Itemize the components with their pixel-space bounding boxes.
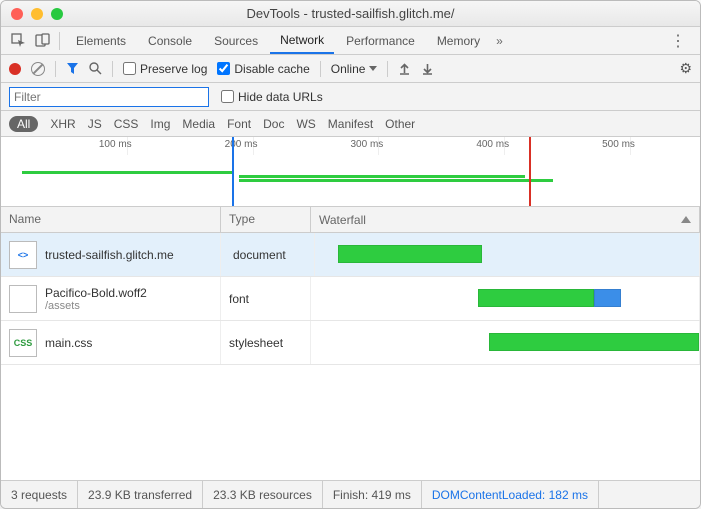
tab-sources[interactable]: Sources [204, 27, 268, 54]
type-all[interactable]: All [9, 116, 38, 132]
type-other[interactable]: Other [385, 117, 415, 131]
status-finish: Finish: 419 ms [323, 481, 422, 508]
search-icon[interactable] [89, 62, 102, 75]
status-requests: 3 requests [1, 481, 78, 508]
col-type[interactable]: Type [221, 207, 311, 232]
tab-performance[interactable]: Performance [336, 27, 425, 54]
inspect-element-icon[interactable] [7, 30, 29, 52]
request-type: stylesheet [221, 321, 311, 364]
type-img[interactable]: Img [150, 117, 170, 131]
table-header: Name Type Waterfall [1, 207, 700, 233]
type-manifest[interactable]: Manifest [328, 117, 373, 131]
type-js[interactable]: JS [88, 117, 102, 131]
status-resources: 23.3 KB resources [203, 481, 323, 508]
request-path: /assets [45, 300, 147, 312]
menu-dots-icon[interactable]: ⋮ [662, 31, 694, 51]
type-doc[interactable]: Doc [263, 117, 284, 131]
record-button[interactable] [9, 63, 21, 75]
device-mode-icon[interactable] [31, 30, 53, 52]
document-icon: <> [9, 241, 37, 269]
type-font[interactable]: Font [227, 117, 251, 131]
tab-console[interactable]: Console [138, 27, 202, 54]
table-row[interactable]: <> trusted-sailfish.glitch.me document [1, 233, 700, 277]
request-name: main.css [45, 336, 92, 350]
css-file-icon: CSS [9, 329, 37, 357]
status-dcl: DOMContentLoaded: 182 ms [422, 481, 599, 508]
table-row[interactable]: CSS main.css stylesheet [1, 321, 700, 365]
titlebar: DevTools - trusted-sailfish.glitch.me/ [1, 1, 700, 27]
waterfall-cell [311, 277, 700, 320]
request-name: trusted-sailfish.glitch.me [45, 248, 174, 262]
waterfall-cell [319, 233, 700, 276]
zoom-window-button[interactable] [51, 8, 63, 20]
tab-elements[interactable]: Elements [66, 27, 136, 54]
filter-input[interactable] [9, 87, 209, 107]
hide-data-urls-label: Hide data URLs [238, 90, 323, 104]
request-name: Pacifico-Bold.woff2 [45, 286, 147, 300]
col-waterfall[interactable]: Waterfall [311, 207, 700, 232]
request-type: document [225, 233, 315, 276]
devtools-window: DevTools - trusted-sailfish.glitch.me/ E… [0, 0, 701, 509]
type-xhr[interactable]: XHR [50, 117, 75, 131]
load-marker [529, 137, 531, 206]
status-bar: 3 requests 23.9 KB transferred 23.3 KB r… [1, 480, 700, 508]
preserve-log-checkbox[interactable]: Preserve log [123, 62, 207, 76]
clear-button[interactable] [31, 62, 45, 76]
type-media[interactable]: Media [182, 117, 215, 131]
file-icon [9, 285, 37, 313]
tab-memory[interactable]: Memory [427, 27, 490, 54]
filter-icon[interactable] [66, 62, 79, 75]
timeline-overview[interactable]: 100 ms 200 ms 300 ms 400 ms 500 ms [1, 137, 700, 207]
window-title: DevTools - trusted-sailfish.glitch.me/ [1, 6, 700, 21]
disable-cache-checkbox[interactable]: Disable cache [217, 62, 309, 76]
more-tabs-icon[interactable]: » [496, 34, 503, 48]
request-type: font [221, 277, 311, 320]
throttling-select[interactable]: Online [331, 62, 378, 76]
waterfall-cell [311, 321, 700, 364]
type-filter-bar: All XHR JS CSS Img Media Font Doc WS Man… [1, 111, 700, 137]
sort-asc-icon [681, 216, 691, 223]
panel-tabs: Elements Console Sources Network Perform… [1, 27, 700, 55]
request-table: <> trusted-sailfish.glitch.me document P… [1, 233, 700, 480]
tab-network[interactable]: Network [270, 27, 334, 54]
download-har-icon[interactable] [421, 62, 434, 75]
filter-bar: Hide data URLs [1, 83, 700, 111]
disable-cache-label: Disable cache [234, 62, 309, 76]
hide-data-urls-checkbox[interactable]: Hide data URLs [221, 90, 323, 104]
type-ws[interactable]: WS [296, 117, 315, 131]
preserve-log-label: Preserve log [140, 62, 207, 76]
upload-har-icon[interactable] [398, 62, 411, 75]
minimize-window-button[interactable] [31, 8, 43, 20]
close-window-button[interactable] [11, 8, 23, 20]
dcl-marker [232, 137, 234, 206]
table-row[interactable]: Pacifico-Bold.woff2/assets font [1, 277, 700, 321]
status-transferred: 23.9 KB transferred [78, 481, 203, 508]
network-toolbar: Preserve log Disable cache Online ⚙ [1, 55, 700, 83]
throttling-value: Online [331, 62, 366, 76]
settings-gear-icon[interactable]: ⚙ [679, 60, 692, 77]
type-css[interactable]: CSS [114, 117, 139, 131]
col-name[interactable]: Name [1, 207, 221, 232]
